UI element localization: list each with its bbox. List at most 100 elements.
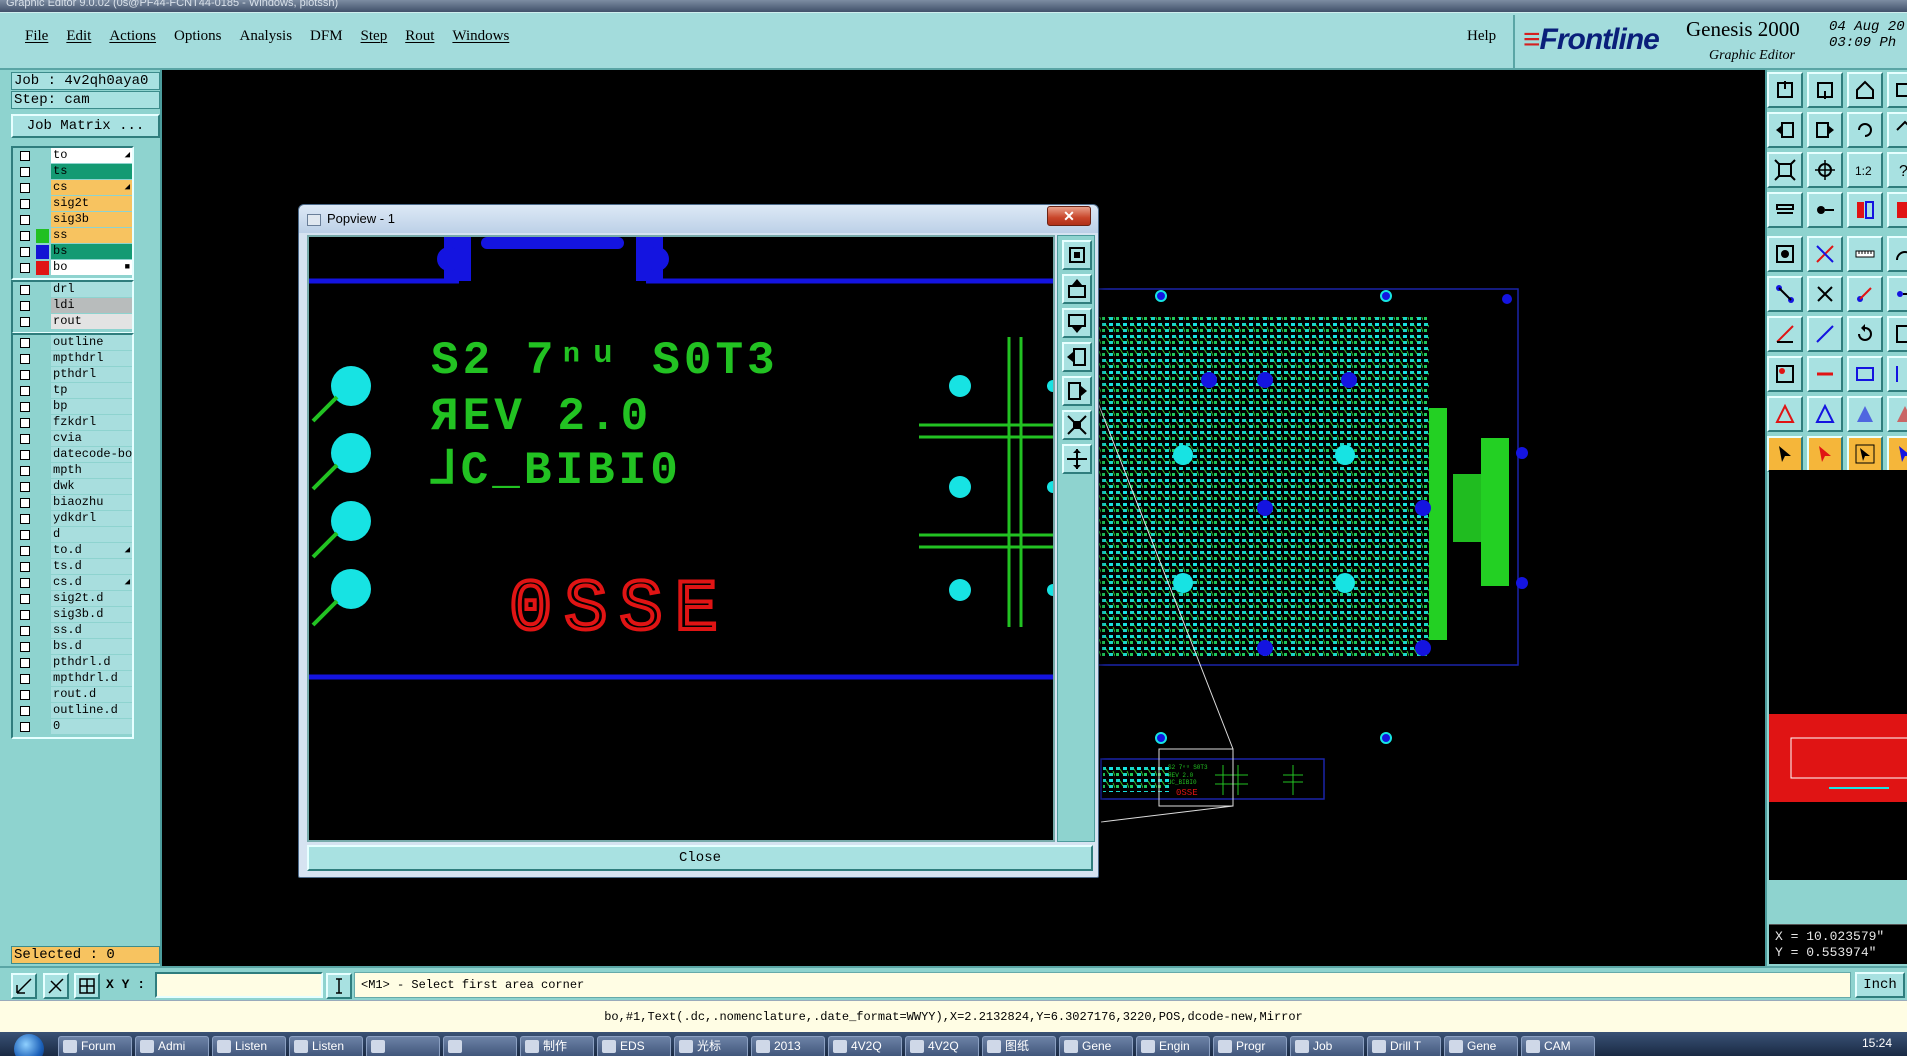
layer-name[interactable]: ss.d bbox=[51, 623, 132, 638]
layer-color-swatch[interactable] bbox=[36, 181, 49, 195]
layer-checkbox[interactable] bbox=[20, 498, 30, 508]
taskbar-app[interactable] bbox=[443, 1036, 517, 1056]
layer-color-swatch[interactable] bbox=[36, 720, 49, 734]
layer-checkbox[interactable] bbox=[20, 317, 30, 327]
layer-name[interactable]: d bbox=[51, 527, 132, 542]
job-matrix-button[interactable]: Job Matrix ... bbox=[11, 114, 160, 138]
tool-ruler-button[interactable] bbox=[1847, 236, 1883, 272]
layer-color-swatch[interactable] bbox=[36, 528, 49, 542]
layer-color-swatch[interactable] bbox=[36, 315, 49, 329]
tool-minus-button[interactable] bbox=[1807, 356, 1843, 392]
layer-name[interactable]: outline bbox=[51, 335, 132, 350]
layer-name[interactable]: mpthdrl bbox=[51, 351, 132, 366]
taskbar-app[interactable]: Drill T bbox=[1367, 1036, 1441, 1056]
menu-actions[interactable]: Actions bbox=[100, 28, 165, 45]
layer-color-swatch[interactable] bbox=[36, 368, 49, 382]
layer-color-swatch[interactable] bbox=[36, 480, 49, 494]
taskbar-app[interactable]: 4V2Q bbox=[828, 1036, 902, 1056]
layer-row[interactable]: sig2t.d bbox=[13, 591, 132, 607]
menu-rout[interactable]: Rout bbox=[396, 28, 443, 45]
menu-edit[interactable]: Edit bbox=[57, 28, 100, 45]
snap-grid-button[interactable] bbox=[11, 973, 37, 999]
layer-row[interactable]: bs.d bbox=[13, 639, 132, 655]
layer-name[interactable]: rout.d bbox=[51, 687, 132, 702]
tool-undo-zoom-button[interactable] bbox=[1847, 112, 1883, 148]
menu-help[interactable]: Help bbox=[1467, 28, 1496, 45]
layer-checkbox[interactable] bbox=[20, 642, 30, 652]
tool-pointer-alt-button[interactable] bbox=[1887, 436, 1907, 472]
layer-row[interactable]: ldi bbox=[13, 298, 132, 314]
taskbar-app[interactable]: Admi bbox=[135, 1036, 209, 1056]
layer-row[interactable]: outline.d bbox=[13, 703, 132, 719]
layer-row[interactable]: pthdrl.d bbox=[13, 655, 132, 671]
layer-color-swatch[interactable] bbox=[36, 688, 49, 702]
layer-row[interactable]: bs bbox=[13, 244, 132, 260]
layer-checkbox[interactable] bbox=[20, 562, 30, 572]
tool-flip-button[interactable] bbox=[1887, 356, 1907, 392]
layer-checkbox[interactable] bbox=[20, 434, 30, 444]
layer-row[interactable]: outline bbox=[13, 335, 132, 351]
layer-row[interactable]: sig2t bbox=[13, 196, 132, 212]
layer-row[interactable]: bo ■ bbox=[13, 260, 132, 276]
start-button[interactable] bbox=[14, 1034, 44, 1056]
layer-name[interactable]: sig2t bbox=[51, 196, 132, 211]
layer-name[interactable]: sig2t.d bbox=[51, 591, 132, 606]
layer-name[interactable]: fzkdrl bbox=[51, 415, 132, 430]
taskbar-app[interactable]: 图纸 bbox=[982, 1036, 1056, 1056]
layer-row[interactable]: cvia bbox=[13, 431, 132, 447]
tool-cross-button[interactable] bbox=[1807, 276, 1843, 312]
layer-checkbox[interactable] bbox=[20, 674, 30, 684]
layer-name[interactable]: dwk bbox=[51, 479, 132, 494]
layer-checkbox[interactable] bbox=[20, 301, 30, 311]
layer-color-swatch[interactable] bbox=[36, 624, 49, 638]
popview-canvas[interactable]: S2 7ⁿᵘ S0T3 ЯEV 2.0 ⅃C_BIBI0 0SSE bbox=[307, 235, 1055, 842]
tool-box-button[interactable] bbox=[1847, 356, 1883, 392]
tool-triangle-blue-button[interactable] bbox=[1807, 396, 1843, 432]
layer-color-swatch[interactable] bbox=[36, 197, 49, 211]
layer-row[interactable]: mpthdrl bbox=[13, 351, 132, 367]
layer-checkbox[interactable] bbox=[20, 514, 30, 524]
tool-open-job-button[interactable] bbox=[1767, 72, 1803, 108]
tool-layers-red-button[interactable] bbox=[1887, 192, 1907, 228]
layer-color-swatch[interactable] bbox=[36, 165, 49, 179]
layer-color-swatch[interactable] bbox=[36, 576, 49, 590]
layer-color-swatch[interactable] bbox=[36, 544, 49, 558]
menu-dfm[interactable]: DFM bbox=[301, 28, 352, 45]
layer-color-swatch[interactable] bbox=[36, 640, 49, 654]
layer-checkbox[interactable] bbox=[20, 610, 30, 620]
layer-name[interactable]: cs ◢ bbox=[51, 180, 132, 195]
tool-triangle-button[interactable] bbox=[1767, 396, 1803, 432]
layer-row[interactable]: biaozhu bbox=[13, 495, 132, 511]
layer-color-swatch[interactable] bbox=[36, 245, 49, 259]
layer-name[interactable]: cs.d ◢ bbox=[51, 575, 132, 590]
layer-checkbox[interactable] bbox=[20, 167, 30, 177]
layer-color-swatch[interactable] bbox=[36, 608, 49, 622]
layer-row[interactable]: fzkdrl bbox=[13, 415, 132, 431]
pv-zoom-in-button[interactable] bbox=[1062, 410, 1092, 440]
tool-help-button[interactable]: ? bbox=[1887, 152, 1907, 188]
layer-name[interactable]: ss bbox=[51, 228, 132, 243]
menu-step[interactable]: Step bbox=[352, 28, 397, 45]
tool-pan-right-button[interactable] bbox=[1807, 112, 1843, 148]
text-cursor-button[interactable] bbox=[326, 973, 352, 999]
layer-checkbox[interactable] bbox=[20, 215, 30, 225]
layer-color-swatch[interactable] bbox=[36, 229, 49, 243]
layer-checkbox[interactable] bbox=[20, 626, 30, 636]
layer-row[interactable]: bp bbox=[13, 399, 132, 415]
layer-color-swatch[interactable] bbox=[36, 560, 49, 574]
popview-window[interactable]: Popview - 1 ✕ S2 7ⁿᵘ S0T3 ЯEV 2.0 ⅃C_BIB… bbox=[298, 204, 1099, 878]
tool-arc-button[interactable] bbox=[1887, 236, 1907, 272]
layer-row[interactable]: cs.d ◢ bbox=[13, 575, 132, 591]
layer-checkbox[interactable] bbox=[20, 658, 30, 668]
layer-checkbox[interactable] bbox=[20, 578, 30, 588]
layer-name[interactable]: pthdrl bbox=[51, 367, 132, 382]
layer-checkbox[interactable] bbox=[20, 594, 30, 604]
snap-center-button[interactable] bbox=[43, 973, 69, 999]
layer-name[interactable]: tp bbox=[51, 383, 132, 398]
layer-color-swatch[interactable] bbox=[36, 464, 49, 478]
taskbar-app[interactable]: Engin bbox=[1136, 1036, 1210, 1056]
layer-color-swatch[interactable] bbox=[36, 512, 49, 526]
layer-color-swatch[interactable] bbox=[36, 448, 49, 462]
layer-row[interactable]: d bbox=[13, 527, 132, 543]
tool-zoom-home-button[interactable] bbox=[1887, 112, 1907, 148]
